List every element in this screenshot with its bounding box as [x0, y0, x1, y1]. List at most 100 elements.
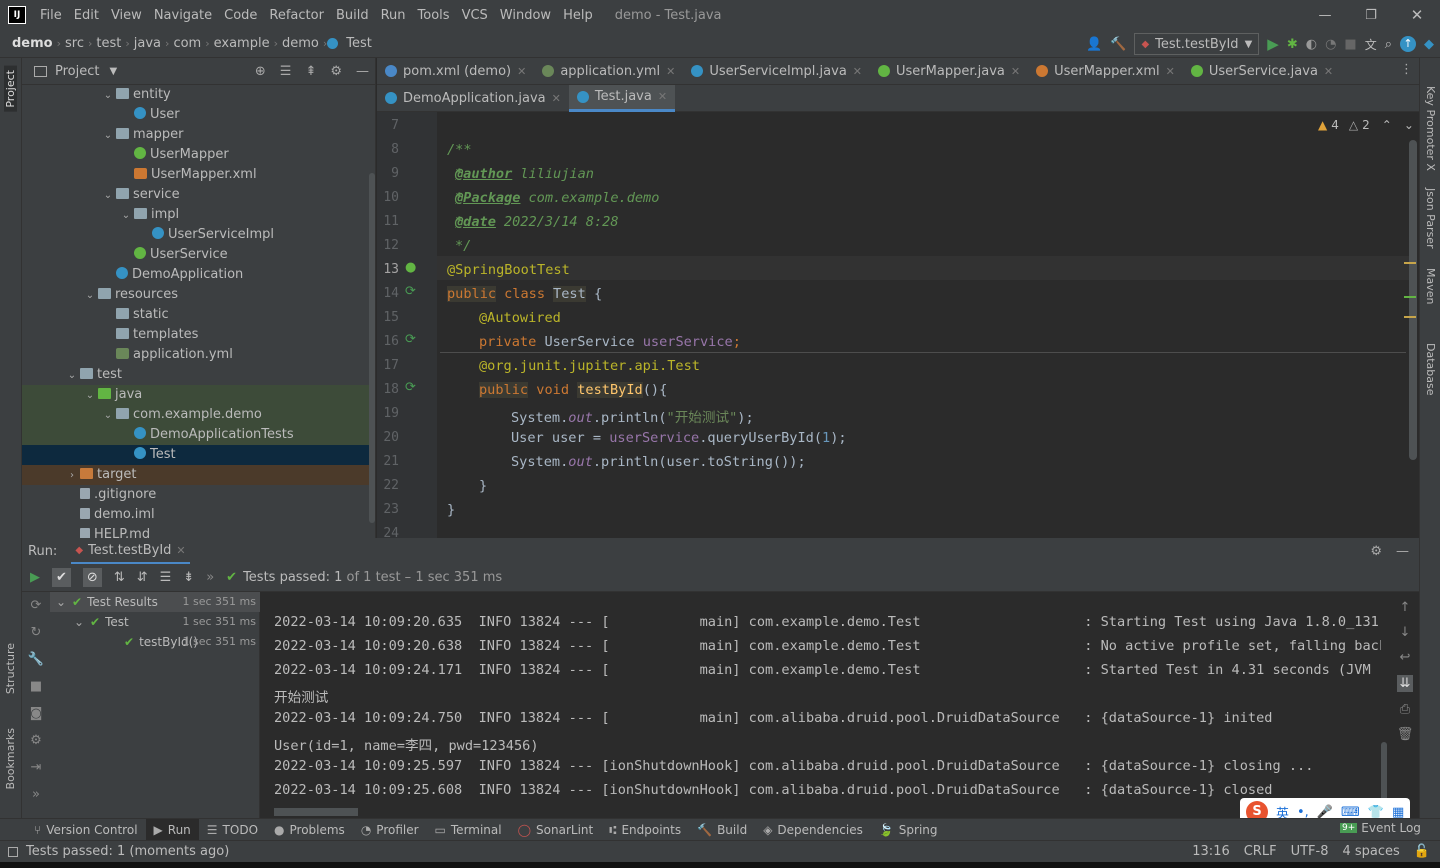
- locate-icon[interactable]: ⊕: [255, 64, 266, 79]
- more-icon[interactable]: »: [206, 570, 214, 585]
- event-log-button[interactable]: 9+ Event Log: [1340, 821, 1421, 835]
- sort-alpha-icon[interactable]: ⇅: [114, 570, 125, 585]
- scroll-end-icon[interactable]: ⇊: [1396, 675, 1414, 692]
- chevron-down-icon[interactable]: ⌄: [82, 386, 98, 406]
- console-scroll-thumb[interactable]: [274, 808, 358, 816]
- chevron-down-icon[interactable]: ⌄: [100, 86, 116, 106]
- breadcrumb-item[interactable]: java: [130, 36, 165, 51]
- more-tabs-icon[interactable]: ⋮: [1400, 62, 1413, 77]
- editor-tab[interactable]: UserMapper.java ✕: [870, 58, 1028, 85]
- settings-icon[interactable]: ⚙: [30, 733, 42, 748]
- test-result-item[interactable]: ⌄ ✔ Test 1 sec 351 ms: [50, 612, 260, 632]
- toolwindow-build[interactable]: 🔨 Build: [689, 819, 755, 841]
- more-icon[interactable]: »: [32, 787, 40, 802]
- sort-duration-icon[interactable]: ⇵: [137, 570, 148, 585]
- wrap-icon[interactable]: ↩: [1400, 650, 1411, 665]
- breadcrumb-item[interactable]: demo: [8, 36, 57, 51]
- toolwindow-spring[interactable]: 🍃 Spring: [871, 819, 946, 841]
- test-result-item[interactable]: ⌄ ✔ Test Results 1 sec 351 ms: [50, 592, 260, 612]
- tree-item[interactable]: static: [22, 305, 375, 325]
- down-icon[interactable]: ↓: [1400, 625, 1411, 640]
- stop-icon[interactable]: ■: [1344, 37, 1356, 52]
- build-hammer-icon[interactable]: 🔨: [1110, 38, 1126, 51]
- run-config-select[interactable]: ◆ Test.testById ▼: [1134, 33, 1260, 55]
- menu-run[interactable]: Run: [375, 8, 412, 23]
- file-encoding[interactable]: UTF-8: [1291, 844, 1329, 859]
- update-icon[interactable]: ↑: [1400, 36, 1416, 52]
- menu-vcs[interactable]: VCS: [456, 8, 494, 23]
- structure-tool-button[interactable]: Structure: [4, 643, 17, 694]
- maven-tool-button[interactable]: Maven: [1424, 268, 1437, 304]
- chevron-down-icon[interactable]: ⌄: [64, 366, 80, 386]
- plugin-icon[interactable]: ◆: [1424, 37, 1434, 52]
- tree-item[interactable]: ⌄ entity: [22, 85, 375, 105]
- json-parser-tool-button[interactable]: Json Parser: [1424, 188, 1437, 249]
- trash-icon[interactable]: 🗑: [1397, 727, 1414, 742]
- menu-code[interactable]: Code: [218, 8, 263, 23]
- line-separator[interactable]: CRLF: [1244, 844, 1277, 859]
- toolwindow-problems[interactable]: ● Problems: [266, 819, 353, 841]
- project-tool-button[interactable]: Project: [4, 66, 17, 112]
- close-icon[interactable]: ✕: [176, 544, 185, 557]
- run-gutter-icon[interactable]: ⟳: [405, 380, 416, 395]
- caret-position[interactable]: 13:16: [1192, 844, 1229, 859]
- toggle-auto-test-icon[interactable]: ↻: [31, 625, 42, 640]
- hide-icon[interactable]: —: [1396, 544, 1409, 559]
- chevron-down-icon[interactable]: ⌄: [100, 126, 116, 146]
- tree-scrollbar[interactable]: [369, 173, 375, 523]
- key-promoter-tool-button[interactable]: Key Promoter X: [1424, 86, 1437, 171]
- expand-all-icon[interactable]: ☰: [280, 64, 292, 79]
- chevron-right-icon[interactable]: ›: [64, 466, 80, 486]
- menu-refactor[interactable]: Refactor: [263, 8, 330, 23]
- show-passed-icon[interactable]: ✔: [52, 568, 71, 587]
- menu-file[interactable]: File: [34, 8, 68, 23]
- tree-item[interactable]: application.yml: [22, 345, 375, 365]
- tree-item[interactable]: Test: [22, 445, 375, 465]
- tree-item[interactable]: UserMapper: [22, 145, 375, 165]
- editor-tab[interactable]: UserServiceImpl.java ✕: [683, 58, 870, 85]
- chevron-down-icon[interactable]: ⌄: [100, 406, 116, 426]
- translate-icon[interactable]: 文: [1365, 36, 1377, 53]
- chevron-up-icon[interactable]: ⌃: [1382, 118, 1392, 132]
- tree-item[interactable]: UserService: [22, 245, 375, 265]
- toolwindow-profiler[interactable]: ◔ Profiler: [353, 819, 427, 841]
- editor-tab[interactable]: pom.xml (demo) ✕: [377, 58, 534, 85]
- tree-item[interactable]: ⌄ mapper: [22, 125, 375, 145]
- breadcrumb-item[interactable]: example: [210, 36, 274, 51]
- tree-item[interactable]: ⌄ service: [22, 185, 375, 205]
- database-tool-button[interactable]: Database: [1424, 343, 1437, 396]
- menu-window[interactable]: Window: [494, 8, 557, 23]
- toolwindow-todo[interactable]: ☰ TODO: [199, 819, 266, 841]
- chevron-down-icon[interactable]: ▼: [109, 66, 117, 77]
- tree-item[interactable]: ⌄ com.example.demo: [22, 405, 375, 425]
- run-gutter-icon[interactable]: ⟳: [405, 284, 416, 299]
- test-result-item[interactable]: ✔ testById() 1 sec 351 ms: [50, 632, 260, 652]
- editor-scrollbar[interactable]: [1409, 140, 1417, 460]
- console-vscroll[interactable]: [1381, 742, 1387, 802]
- collapse-all-icon[interactable]: ⇟: [183, 570, 194, 585]
- toolwindow-endpoints[interactable]: ⑆ Endpoints: [601, 819, 689, 841]
- tree-item[interactable]: ⌄ impl: [22, 205, 375, 225]
- gear-icon[interactable]: ⚙: [330, 64, 342, 79]
- search-icon[interactable]: ⌕: [1385, 37, 1392, 52]
- rerun-failed-icon[interactable]: ⟳: [31, 598, 42, 613]
- menu-help[interactable]: Help: [557, 8, 599, 23]
- run-gutter-icon[interactable]: ⟳: [405, 332, 416, 347]
- project-view-title[interactable]: Project: [55, 64, 99, 79]
- tree-item[interactable]: HELP.md: [22, 525, 375, 538]
- print-icon[interactable]: ⎙: [1400, 702, 1410, 717]
- editor-tab[interactable]: UserMapper.xml ✕: [1028, 58, 1183, 85]
- expand-all-icon[interactable]: ☰: [160, 570, 172, 585]
- toolwindow-dependencies[interactable]: ◈ Dependencies: [755, 819, 871, 841]
- hide-icon[interactable]: —: [356, 64, 369, 79]
- close-icon[interactable]: ✕: [1324, 65, 1333, 78]
- collapse-all-icon[interactable]: ⇞: [305, 64, 316, 79]
- editor-tab[interactable]: UserService.java ✕: [1183, 58, 1341, 85]
- toolwindow-terminal[interactable]: ▭ Terminal: [427, 819, 510, 841]
- close-icon[interactable]: ✕: [1011, 65, 1020, 78]
- breadcrumb-item[interactable]: test: [92, 36, 125, 51]
- editor-tab[interactable]: Test.java ✕: [568, 84, 676, 112]
- indent-setting[interactable]: 4 spaces: [1342, 844, 1399, 859]
- close-icon[interactable]: ✕: [658, 90, 667, 103]
- close-icon[interactable]: ✕: [853, 65, 862, 78]
